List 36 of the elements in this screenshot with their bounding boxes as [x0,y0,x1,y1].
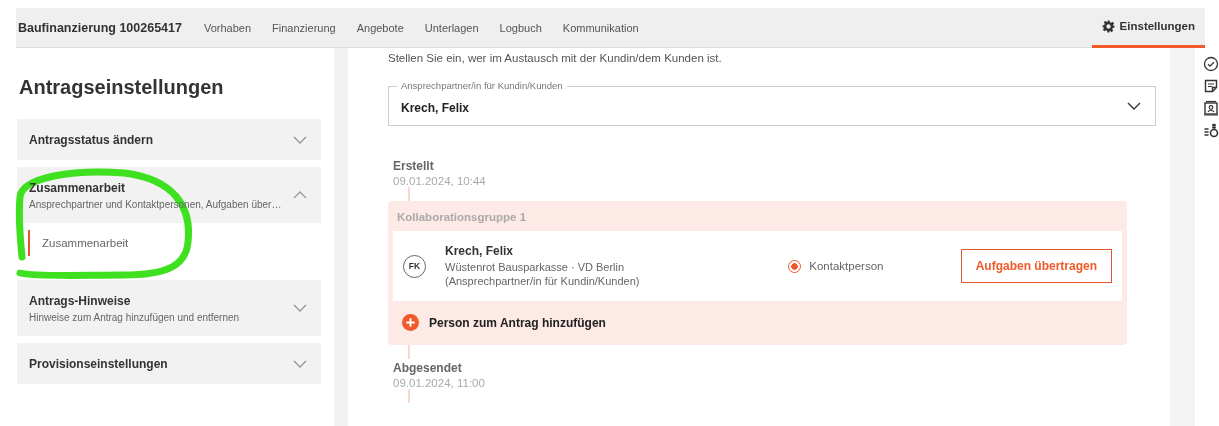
section-title: Antragsstatus ändern [29,132,155,147]
accordion-header[interactable]: Antrags-Hinweise Hinweise zum Antrag hinzufügen und entfernen [17,280,321,336]
chevron-up-icon[interactable] [291,191,309,199]
nav-tab[interactable]: Vorhaben [203,21,252,34]
nav-tab[interactable]: Logbuch [499,21,542,34]
accordion-header[interactable]: Provisionseinstellungen [17,343,321,384]
app-title: Baufinanzierung 100265417 [18,20,182,35]
section-subtitle: Hinweise zum Antrag hinzufügen und entfernen [29,311,241,323]
section-title: Antrags-Hinweise [29,293,132,308]
nav-tab[interactable]: Kommunikation [562,21,639,34]
note-icon[interactable] [1203,78,1219,94]
field-label: Ansprechpartner/in für Kundin/Kunden [397,80,567,91]
member-details: Wüstenrot Bausparkasse · VD Berlin (Ansprechpartner/in für Kundin/Kunden) [445,260,641,289]
section-title: Zusammenarbeit [29,180,127,195]
check-circle-icon[interactable] [1203,56,1219,72]
settings-icon [1101,19,1115,33]
chevron-down-icon[interactable] [1125,102,1143,110]
event-time: 09.01.2024, 10:44 [393,175,487,187]
contact-card-icon[interactable] [1203,100,1219,116]
accordion-header[interactable]: Antragsstatus ändern [17,119,321,160]
add-person-link[interactable]: Person zum Antrag hinzufügen [388,301,1127,341]
sidebar-item[interactable]: Zusammenarbeit [28,230,321,256]
member-name: Krech, Felix [445,243,515,258]
nav-tab[interactable]: Angebote [356,21,404,34]
event-time: 09.01.2024, 11:00 [393,377,486,389]
event-title: Abgesendet [393,361,463,375]
section-title: Provisionseinstellungen [29,356,169,371]
plus-icon [402,314,419,331]
group-title: Kollaborationsgruppe 1 [396,210,528,225]
nav-tab[interactable]: Finanzierung [272,21,336,34]
nav-tab[interactable]: Unterlagen [424,21,479,34]
contact-radio[interactable]: Kontaktperson [788,259,931,273]
coins-icon[interactable] [1203,122,1219,138]
event-title: Erstellt [393,159,435,173]
page-title: Antragseinstellungen [19,76,225,99]
intro-text: Stellen Sie ein, wer im Austausch mit der Kundin/dem Kunden ist. [388,52,723,64]
